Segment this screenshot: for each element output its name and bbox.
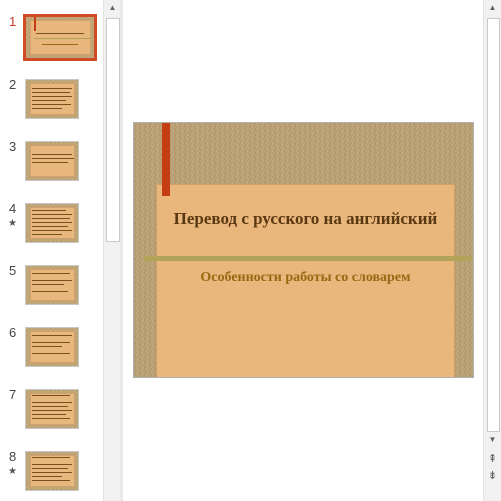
thumbnail-text-line [32,273,70,274]
thumbnail-text-line [32,291,68,292]
thumbnail-text-line [32,335,72,336]
next-slide-button[interactable]: ⇟ [484,468,501,484]
thumbnail-accent-bar [34,17,36,31]
scroll-down-button[interactable]: ▼ [484,432,501,448]
thumbnail-text-line [32,96,72,97]
thumbnail-text-line [32,88,72,89]
slide-thumbnail[interactable] [25,451,79,491]
slide-number: 2 [9,77,17,92]
slide-number: 6 [9,325,17,340]
slide-accent-bar [162,123,170,196]
slide-number: 5 [9,263,17,278]
thumbnail-slide-5[interactable]: 5 [0,263,103,315]
thumbnail-slide-2[interactable]: 2 [0,77,103,129]
thumbnail-text-line [32,410,72,411]
thumbnail-panel [30,455,75,487]
slide-thumbnail[interactable] [25,389,79,429]
slide-thumbnail[interactable] [25,79,79,119]
slide-editing-area: Перевод с русского на английский Особенн… [123,0,483,501]
slide-thumbnail[interactable] [25,203,79,243]
thumbnail-slide-1[interactable]: 1 [0,14,103,66]
thumbnail-text-line [32,472,72,473]
thumbnail-text-line [32,406,68,407]
thumbnail-text-line [32,353,70,354]
thumbnail-text-line [32,402,72,403]
thumbnail-text-line [32,346,62,347]
thumbnail-text-line [32,158,74,159]
thumbnail-text-line [32,222,72,223]
slide-title[interactable]: Перевод с русского на английский [156,209,455,229]
slide-number: 3 [9,139,17,154]
thumbnail-text-line [32,395,70,396]
thumbnail-text-line [32,418,70,419]
thumbnail-text-line [32,230,72,231]
slide-number: 4 [9,201,17,216]
thumbnail-text-line [32,218,70,219]
thumbnail-panel [30,393,75,425]
thumbnail-slide-4[interactable]: 4 ★ [0,201,103,253]
thumbnail-text-line [32,104,71,105]
slide-thumbnail[interactable] [25,141,79,181]
slide-number: 8 [9,449,17,464]
scrollbar-thumb[interactable] [487,18,500,432]
thumbnail-slide-3[interactable]: 3 [0,139,103,191]
thumbnail-text-line [32,154,72,155]
thumbnail-slide-7[interactable]: 7 [0,387,103,439]
thumbnail-text-line [32,284,64,285]
thumbnail-text-line [32,414,66,415]
thumbnail-text-line [32,234,62,235]
scrollbar-thumb[interactable] [106,18,120,242]
slide-divider-line [144,256,472,261]
thumbnail-text-line [32,100,66,101]
scroll-up-button[interactable]: ▲ [484,0,501,16]
thumbnail-text-line [36,33,84,34]
slide-canvas[interactable]: Перевод с русского на английский Особенн… [133,122,474,378]
animation-star-icon: ★ [8,466,17,477]
slide-number: 1 [9,14,17,29]
thumbnail-text-line [42,44,78,45]
thumbnail-text-line [32,480,70,481]
slide-thumbnail[interactable] [25,265,79,305]
thumbnail-text-line [32,226,68,227]
thumbnail-text-line [32,280,72,281]
slide-thumbnail[interactable] [23,14,97,61]
thumbnail-text-line [32,342,70,343]
previous-slide-button[interactable]: ⇞ [484,451,501,467]
thumbnail-text-line [32,92,70,93]
thumbnail-divider [34,38,92,39]
main-scrollbar[interactable]: ▲ ▼ ⇞ ⇟ [483,0,501,501]
thumbnail-text-line [32,108,62,109]
slide-number: 7 [9,387,17,402]
slide-thumbnail[interactable] [25,327,79,367]
thumbnail-panel [30,145,75,177]
slide-subtitle[interactable]: Особенности работы со словарем [156,270,455,286]
animation-star-icon: ★ [8,218,17,229]
thumbnail-scrollbar[interactable]: ▲ [103,0,121,501]
thumbnail-text-line [32,214,72,215]
slide-thumbnail-pane: 1 2 3 4 ★ 5 6 7 8 ★ [0,0,103,501]
thumbnail-text-line [32,210,66,211]
thumbnail-text-line [32,468,68,469]
thumbnail-slide-8[interactable]: 8 ★ [0,449,103,501]
thumbnail-text-line [32,457,70,458]
thumbnail-text-line [32,476,62,477]
thumbnail-text-line [32,464,72,465]
thumbnail-slide-6[interactable]: 6 [0,325,103,377]
scroll-up-button[interactable]: ▲ [104,0,121,16]
thumbnail-text-line [32,162,68,163]
